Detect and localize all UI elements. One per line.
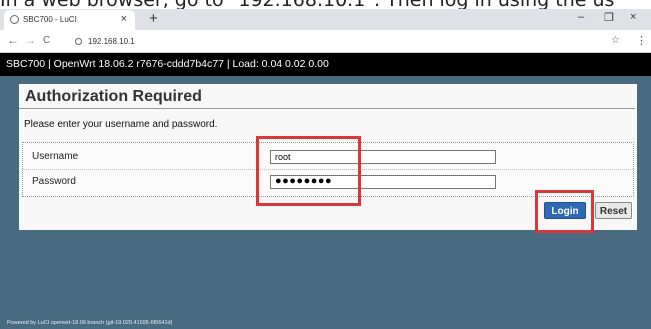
bookmark-star-icon[interactable]: ☆ xyxy=(611,35,620,46)
back-icon[interactable]: ← xyxy=(7,33,19,47)
tab-close-icon[interactable]: × xyxy=(121,13,127,25)
browser-tab[interactable]: SBC700 - LuCI × xyxy=(4,10,135,30)
maximize-icon[interactable]: ❐ xyxy=(604,11,614,24)
tab-title: SBC700 - LuCI xyxy=(23,15,77,24)
window-close-icon[interactable]: × xyxy=(630,11,636,23)
credentials-highlight-box xyxy=(256,136,361,206)
password-label: Password xyxy=(32,176,76,187)
login-description: Please enter your username and password. xyxy=(24,119,218,130)
url-text: 192.168.10.1 xyxy=(88,37,135,46)
title-divider xyxy=(19,108,635,109)
username-label: Username xyxy=(32,151,79,162)
site-favicon-icon xyxy=(10,15,19,24)
new-tab-icon[interactable]: + xyxy=(149,10,158,27)
reset-button[interactable]: Reset xyxy=(595,202,632,219)
browser-toolbar: ← → C 192.168.10.1 ☆ ⋮ xyxy=(0,30,651,53)
browser-menu-icon[interactable]: ⋮ xyxy=(636,34,647,47)
powered-by-footer: Powered by LuCI openwrt-18.06 branch (gi… xyxy=(7,320,173,326)
browser-tab-bar: SBC700 - LuCI × + – ❐ × xyxy=(0,9,651,30)
luci-header-bar: SBC700 | OpenWrt 18.06.2 r7676-cddd7b4c7… xyxy=(0,53,651,76)
site-info-icon[interactable] xyxy=(75,38,82,46)
minimize-icon[interactable]: – xyxy=(578,11,584,23)
forward-icon[interactable]: → xyxy=(24,33,36,47)
reload-icon[interactable]: C xyxy=(43,35,50,46)
address-bar[interactable]: 192.168.10.1 xyxy=(63,34,623,49)
login-highlight-box xyxy=(535,190,594,233)
page-title: Authorization Required xyxy=(25,88,202,105)
instruction-caption: In a web browser, go to "192.168.10.1". … xyxy=(0,0,615,11)
